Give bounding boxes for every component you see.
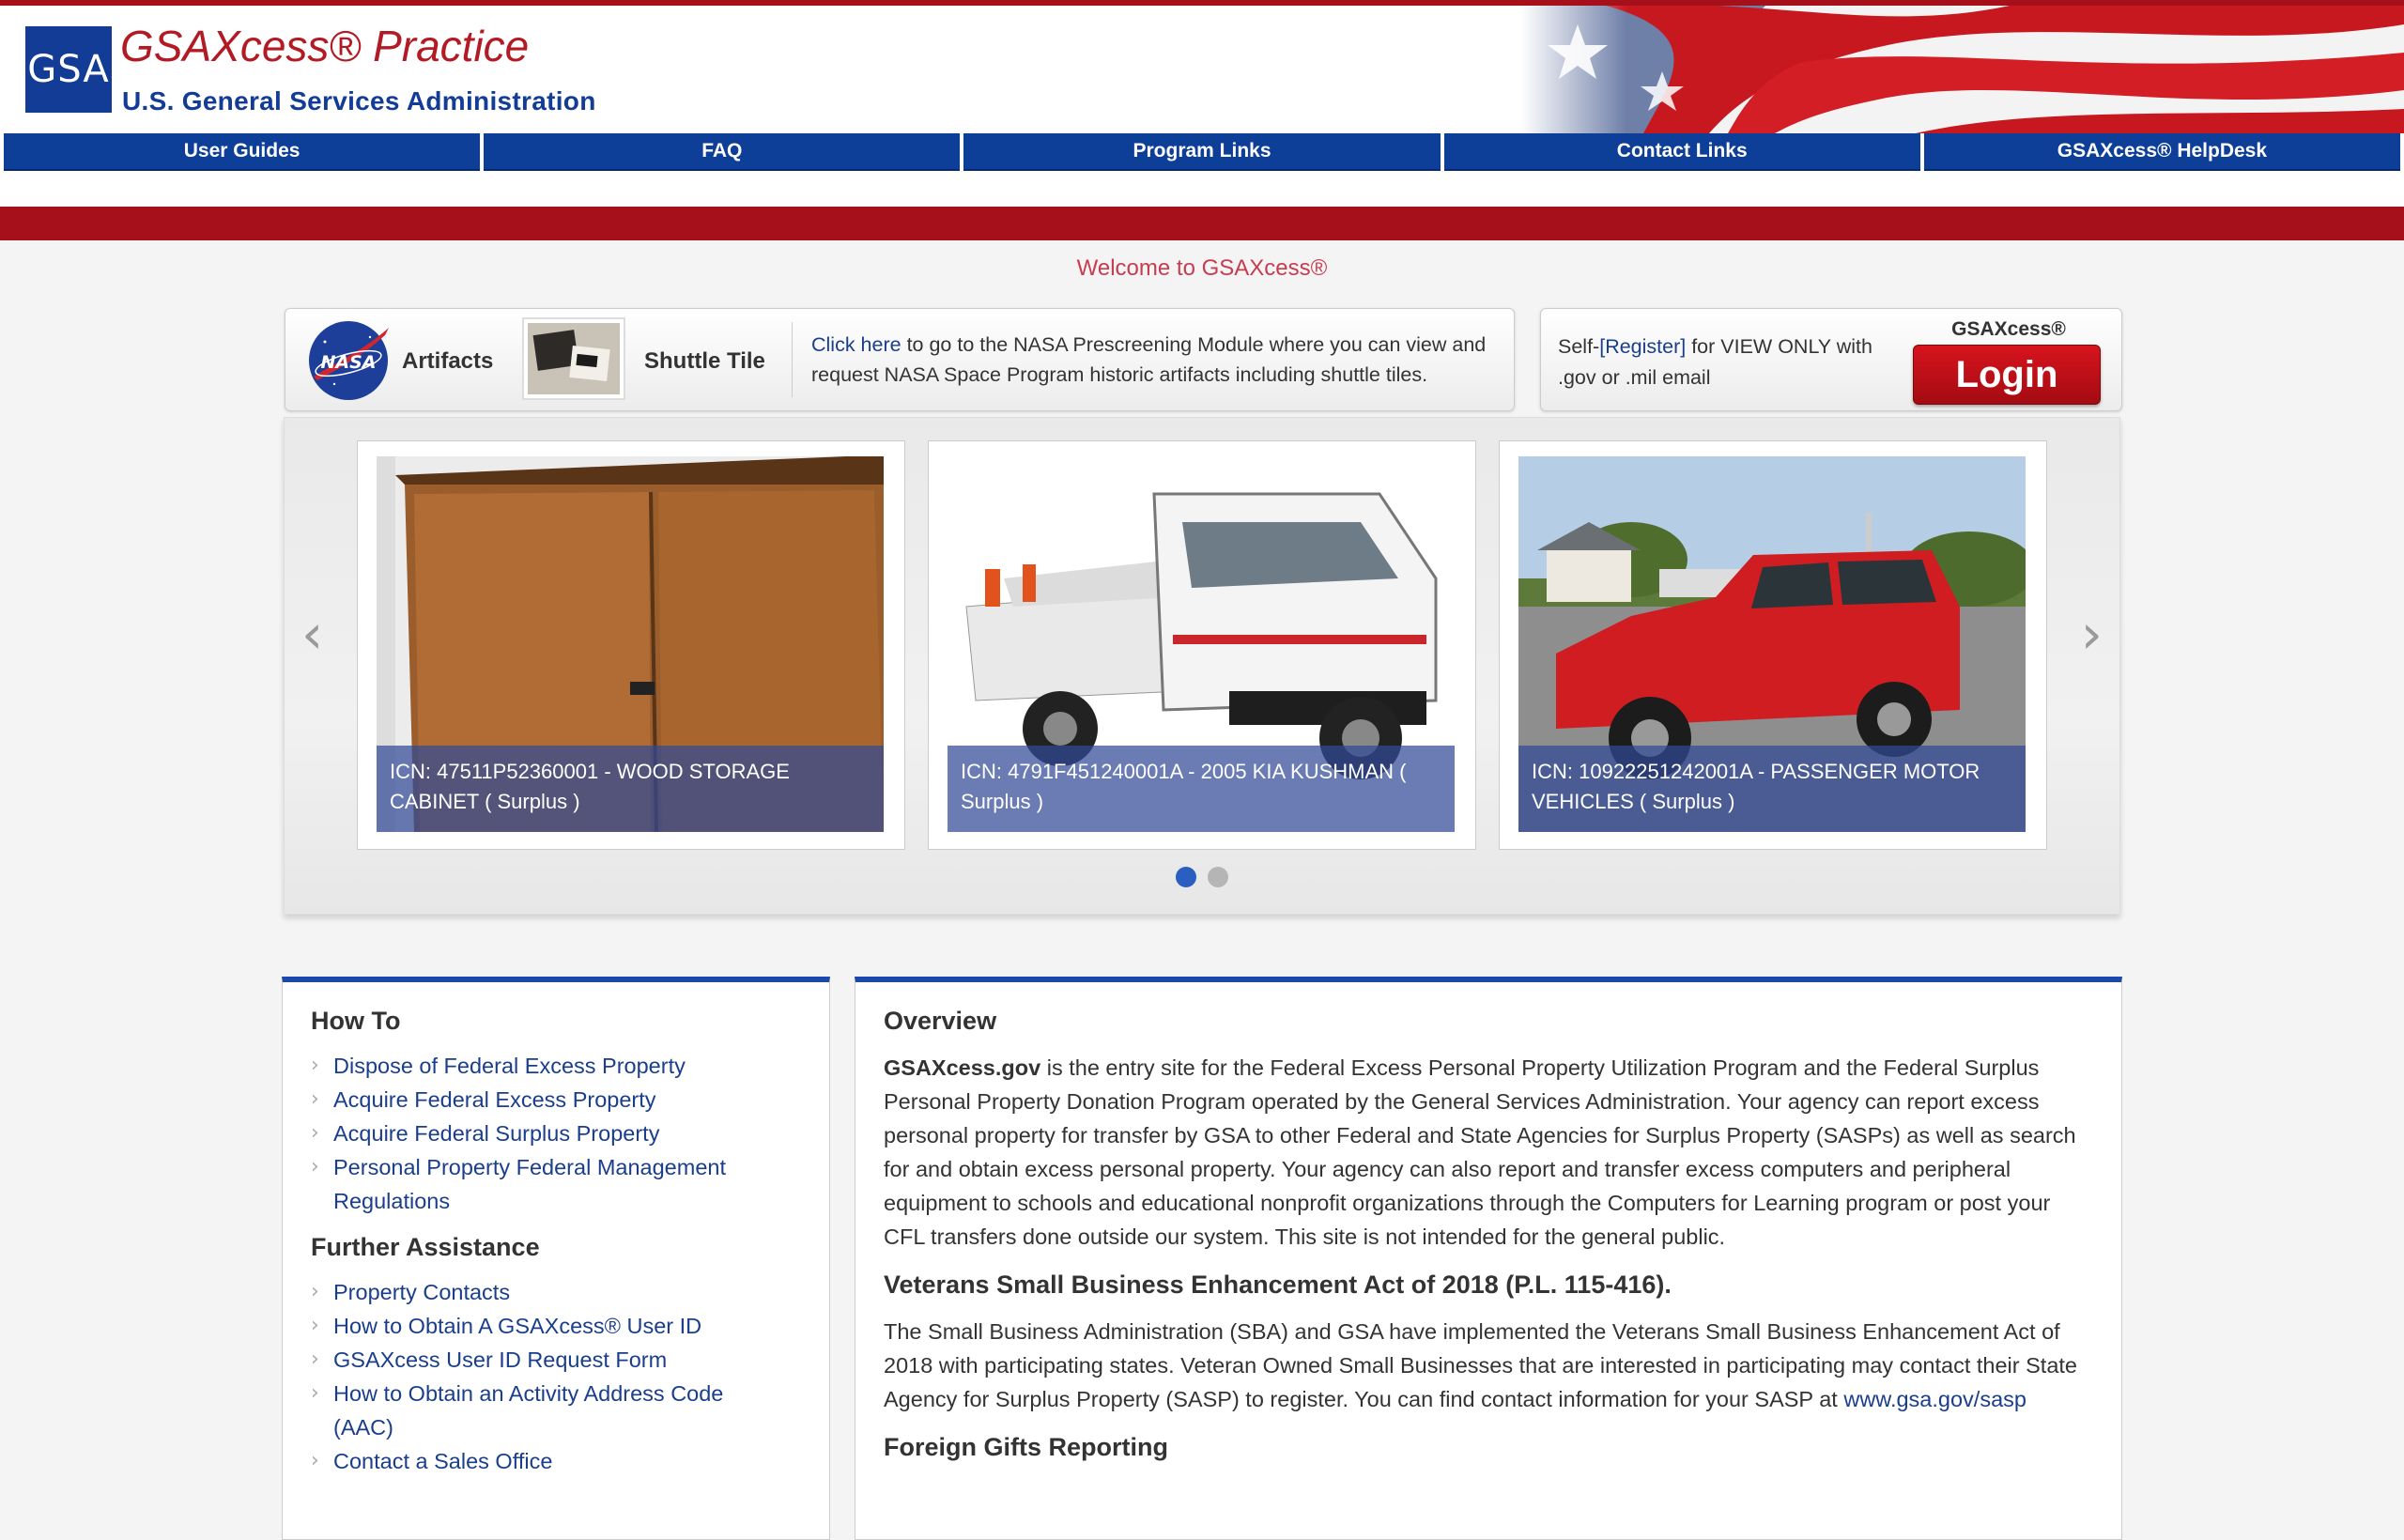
further-assistance-links: › Property Contacts › How to Obtain A GSAX… <box>311 1275 801 1478</box>
nasa-description-text: to go to the NASA Prescreening Module wh… <box>811 333 1487 386</box>
chevron-right-icon: › <box>311 1381 319 1405</box>
site-header: GSA GSAXcess® Practice U.S. General Serv… <box>0 0 2404 133</box>
nav-helpdesk[interactable]: GSAXcess® HelpDesk <box>1923 133 2401 171</box>
list-item[interactable]: › Acquire Federal Excess Property <box>311 1083 801 1116</box>
login-box: Self-[Register] for VIEW ONLY with .gov … <box>1540 308 2122 411</box>
register-prefix: Self- <box>1558 335 1600 358</box>
carousel-slide[interactable]: ICN: 10922251242001A - PASSENGER MOTOR V… <box>1499 440 2047 850</box>
welcome-message: Welcome to GSAXcess® <box>1076 255 1328 281</box>
list-item[interactable]: › How to Obtain an Activity Address Code … <box>311 1377 765 1444</box>
how-to-panel: How To › Dispose of Federal Excess Proper… <box>282 977 830 1540</box>
shuttle-tile-image[interactable] <box>522 317 625 400</box>
further-link[interactable]: Contact a Sales Office <box>333 1449 552 1473</box>
how-to-title: How To <box>311 1007 401 1035</box>
chevron-right-icon: › <box>311 1054 319 1077</box>
login-caption: GSAXcess® <box>1951 318 2066 340</box>
chevron-right-icon: › <box>311 1449 319 1472</box>
further-assistance-title: Further Assistance <box>311 1233 540 1261</box>
chevron-right-icon: › <box>311 1155 319 1178</box>
carousel-dot-1[interactable] <box>1176 867 1196 887</box>
overview-title: Overview <box>884 1007 997 1035</box>
carousel-slide[interactable]: ICN: 47511P52360001 - WOOD STORAGE CABIN… <box>357 440 905 850</box>
american-flag-banner <box>1521 6 2404 133</box>
artifacts-label[interactable]: Artifacts <box>402 348 493 375</box>
list-item[interactable]: › Dispose of Federal Excess Property <box>311 1049 801 1083</box>
carousel-next-icon[interactable]: › <box>2081 602 2103 666</box>
carousel-prev-icon[interactable]: ‹ <box>301 602 323 666</box>
slide-image-truck[interactable]: ICN: 4791F451240001A - 2005 KIA KUSHMAN … <box>948 456 1455 832</box>
carousel-dot-2[interactable] <box>1208 867 1228 887</box>
chevron-right-icon: › <box>311 1348 319 1371</box>
veterans-act-body: The Small Business Administration (SBA) … <box>884 1315 2093 1416</box>
nasa-artifacts-box: NASA Artifacts Shuttle Tile Click here t… <box>285 308 1515 411</box>
list-item[interactable]: › Personal Property Federal Management Re… <box>311 1150 747 1218</box>
overview-site-name: GSAXcess.gov <box>884 1055 1041 1080</box>
further-link[interactable]: GSAXcess User ID Request Form <box>333 1348 667 1372</box>
slide-image-cabinet[interactable]: ICN: 47511P52360001 - WOOD STORAGE CABIN… <box>377 456 884 832</box>
nasa-description: Click here to go to the NASA Prescreenin… <box>811 330 1506 390</box>
nav-spacer <box>0 171 2404 207</box>
overview-panel: Overview GSAXcess.gov is the entry site … <box>855 977 2122 1540</box>
overview-body-text: is the entry site for the Federal Excess… <box>884 1055 2076 1249</box>
login-button[interactable]: Login <box>1913 345 2101 405</box>
nasa-logo-icon[interactable]: NASA <box>306 318 391 403</box>
slide-image-pickup[interactable]: ICN: 10922251242001A - PASSENGER MOTOR V… <box>1518 456 2026 832</box>
further-link[interactable]: How to Obtain A GSAXcess® User ID <box>333 1314 701 1338</box>
list-item[interactable]: › GSAXcess User ID Request Form <box>311 1343 801 1377</box>
how-to-link[interactable]: Acquire Federal Surplus Property <box>333 1121 659 1146</box>
nasa-logo-text: NASA <box>321 352 377 373</box>
veterans-act-title: Veterans Small Business Enhancement Act … <box>884 1270 1672 1299</box>
slide-caption[interactable]: ICN: 10922251242001A - PASSENGER MOTOR V… <box>1518 746 2026 832</box>
list-item[interactable]: › How to Obtain A GSAXcess® User ID <box>311 1309 801 1343</box>
featured-property-carousel: ‹ ICN: 47511P52360001 - WOOD STORAGE CAB… <box>284 417 2120 915</box>
slide-caption[interactable]: ICN: 47511P52360001 - WOOD STORAGE CABIN… <box>377 746 884 832</box>
nasa-click-here-link[interactable]: Click here <box>811 333 902 356</box>
list-item[interactable]: › Contact a Sales Office <box>311 1444 801 1478</box>
nasa-divider <box>792 322 793 397</box>
how-to-link[interactable]: Dispose of Federal Excess Property <box>333 1054 686 1078</box>
shuttle-tile-label[interactable]: Shuttle Tile <box>644 348 765 375</box>
slide-caption[interactable]: ICN: 4791F451240001A - 2005 KIA KUSHMAN … <box>948 746 1455 832</box>
further-link[interactable]: Property Contacts <box>333 1280 510 1304</box>
how-to-link[interactable]: Acquire Federal Excess Property <box>333 1087 656 1112</box>
chevron-right-icon: › <box>311 1121 319 1145</box>
carousel-dots <box>285 867 2119 887</box>
red-banner-band <box>0 207 2404 240</box>
list-item[interactable]: › Acquire Federal Surplus Property <box>311 1116 801 1150</box>
site-subtitle: U.S. General Services Administration <box>122 86 596 116</box>
carousel-slide[interactable]: ICN: 4791F451240001A - 2005 KIA KUSHMAN … <box>928 440 1476 850</box>
nav-faq[interactable]: FAQ <box>484 133 961 171</box>
how-to-link[interactable]: Personal Property Federal Management Reg… <box>333 1155 726 1213</box>
register-text: Self-[Register] for VIEW ONLY with .gov … <box>1558 331 1915 393</box>
foreign-gifts-title: Foreign Gifts Reporting <box>884 1433 1168 1461</box>
chevron-right-icon: › <box>311 1314 319 1337</box>
chevron-right-icon: › <box>311 1087 319 1111</box>
nav-contact-links[interactable]: Contact Links <box>1443 133 1920 171</box>
overview-body: GSAXcess.gov is the entry site for the F… <box>884 1051 2093 1254</box>
site-title[interactable]: GSAXcess® Practice <box>120 21 529 71</box>
gsa-logo-text: GSA <box>27 48 110 91</box>
sasp-link[interactable]: www.gsa.gov/sasp <box>1843 1387 2026 1411</box>
nav-program-links[interactable]: Program Links <box>963 133 1441 171</box>
nav-user-guides[interactable]: User Guides <box>4 133 481 171</box>
list-item[interactable]: › Property Contacts <box>311 1275 801 1309</box>
main-nav: User Guides FAQ Program Links Contact Li… <box>0 133 2404 171</box>
further-link[interactable]: How to Obtain an Activity Address Code (… <box>333 1381 723 1440</box>
how-to-links: › Dispose of Federal Excess Property › Acq… <box>311 1049 801 1218</box>
gsa-logo[interactable]: GSA <box>25 26 112 113</box>
chevron-right-icon: › <box>311 1280 319 1303</box>
register-link[interactable]: [Register] <box>1599 335 1686 358</box>
